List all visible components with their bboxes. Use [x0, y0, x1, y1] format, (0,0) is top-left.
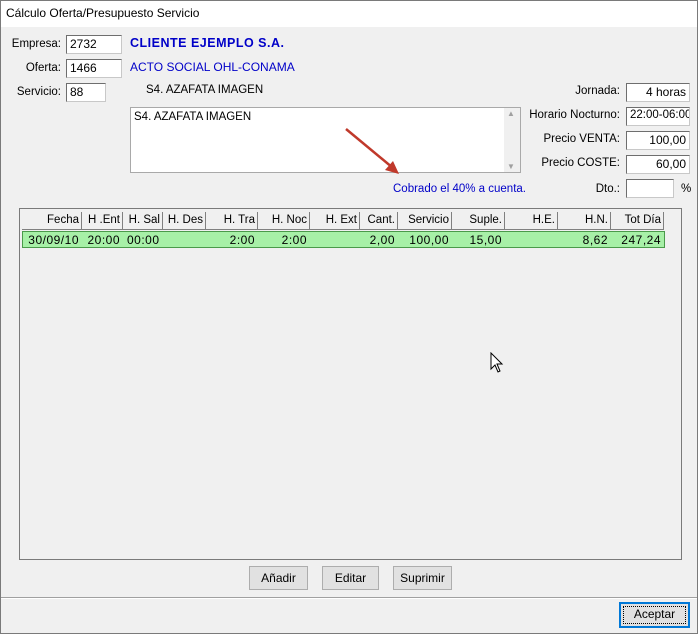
cell-h-tra: 2:00	[229, 233, 255, 247]
col-fecha[interactable]: Fecha	[22, 212, 82, 230]
mouse-cursor-icon	[490, 352, 504, 373]
window-title: Cálculo Oferta/Presupuesto Servicio	[6, 6, 200, 20]
oferta-label: Oferta:	[25, 62, 61, 74]
cell-h-n: 8,62	[582, 233, 608, 247]
edit-button[interactable]: Editar	[322, 566, 379, 590]
cell-h-des	[163, 232, 206, 247]
col-h-n[interactable]: H.N.	[558, 212, 611, 230]
cell-fecha: 30/09/10	[28, 233, 79, 247]
col-cant[interactable]: Cant.	[360, 212, 398, 230]
col-h-noc[interactable]: H. Noc	[258, 212, 310, 230]
add-button[interactable]: Añadir	[249, 566, 308, 590]
cell-cant: 2,00	[369, 233, 395, 247]
hours-grid[interactable]: Fecha H .Ent H. Sal H. Des H. Tra H. Noc…	[19, 208, 682, 560]
edit-button-label: Editar	[334, 571, 367, 585]
cell-tot-dia: 247,24	[621, 233, 661, 247]
memo-scrollbar[interactable]: ▲ ▼	[504, 108, 520, 172]
servicio-field[interactable]: 88	[66, 83, 106, 102]
horario-nocturno-field[interactable]: 22:00-06:00	[626, 107, 690, 126]
col-h-sal[interactable]: H. Sal	[123, 212, 163, 230]
col-suple[interactable]: Suple.	[452, 212, 505, 230]
accept-focus-ring	[623, 606, 686, 624]
cell-h-ext	[310, 232, 360, 247]
accept-button[interactable]: Aceptar	[619, 602, 690, 628]
memo-text: S4. AZAFATA IMAGEN	[134, 111, 252, 123]
descuento-field[interactable]	[626, 179, 674, 198]
cell-servicio: 100,00	[409, 233, 449, 247]
service-description-memo[interactable]: S4. AZAFATA IMAGEN ▲ ▼	[130, 107, 521, 173]
annotation-arrow-icon	[345, 128, 399, 174]
grid-header: Fecha H .Ent H. Sal H. Des H. Tra H. Noc…	[22, 212, 664, 230]
col-servicio[interactable]: Servicio	[398, 212, 452, 230]
empresa-field[interactable]: 2732	[66, 35, 122, 54]
servicio-name: S4. AZAFATA IMAGEN	[146, 84, 264, 96]
precio-coste-field[interactable]: 60,00	[626, 155, 690, 174]
delete-button[interactable]: Suprimir	[393, 566, 452, 590]
title-bar: Cálculo Oferta/Presupuesto Servicio	[1, 1, 697, 27]
col-h-des[interactable]: H. Des	[163, 212, 206, 230]
precio-venta-field[interactable]: 100,00	[626, 131, 690, 150]
col-h-tra[interactable]: H. Tra	[206, 212, 258, 230]
scroll-down-icon[interactable]: ▼	[507, 162, 515, 171]
cell-suple: 15,00	[469, 233, 502, 247]
add-button-label: Añadir	[261, 571, 296, 585]
cell-h-noc: 2:00	[281, 233, 307, 247]
oferta-field[interactable]: 1466	[66, 59, 122, 78]
precio-coste-label: Precio COSTE:	[541, 157, 620, 169]
percent-symbol: %	[681, 183, 692, 195]
col-h-e[interactable]: H.E.	[505, 212, 558, 230]
jornada-field[interactable]: 4 horas	[626, 83, 690, 102]
table-row[interactable]: 30/09/10 20:00 00:00 2:00 2:00 2,00 100,…	[22, 231, 665, 248]
cell-h-ent: 20:00	[87, 233, 120, 247]
scroll-up-icon[interactable]: ▲	[507, 109, 515, 118]
calculo-oferta-window: Cálculo Oferta/Presupuesto Servicio Empr…	[0, 0, 698, 634]
col-h-ent[interactable]: H .Ent	[82, 212, 123, 230]
payment-note: Cobrado el 40% a cuenta.	[393, 183, 526, 195]
empresa-label: Empresa:	[11, 38, 61, 50]
cell-h-sal: 00:00	[127, 233, 160, 247]
footer-divider	[1, 597, 697, 599]
delete-button-label: Suprimir	[400, 571, 445, 585]
cell-h-e	[505, 232, 558, 247]
precio-venta-label: Precio VENTA:	[543, 133, 620, 145]
servicio-label: Servicio:	[16, 86, 61, 98]
empresa-name: CLIENTE EJEMPLO S.A.	[130, 36, 285, 50]
oferta-name: ACTO SOCIAL OHL-CONAMA	[130, 60, 295, 74]
col-h-ext[interactable]: H. Ext	[310, 212, 360, 230]
horario-nocturno-label: Horario Nocturno:	[529, 109, 620, 121]
descuento-label: Dto.:	[595, 183, 620, 195]
col-tot-dia[interactable]: Tot Día	[611, 212, 664, 230]
jornada-label: Jornada:	[575, 85, 620, 97]
